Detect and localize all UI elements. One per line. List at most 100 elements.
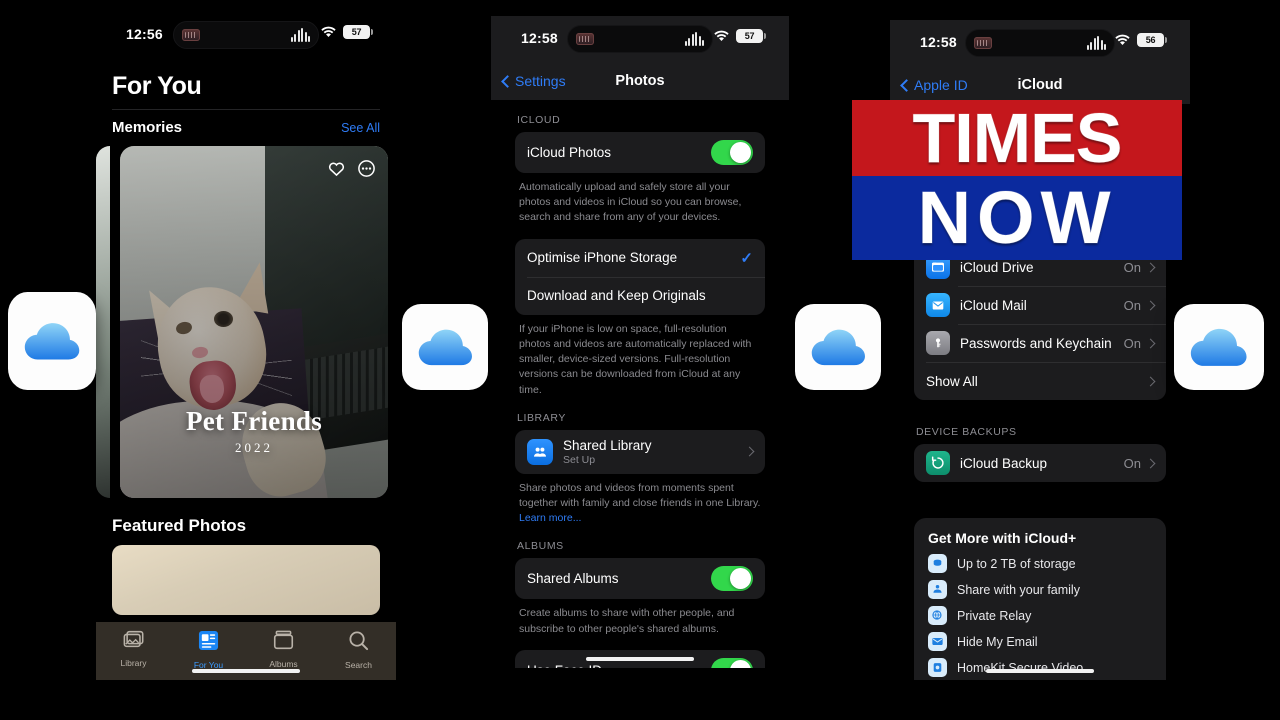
- row-label: Optimise iPhone Storage: [527, 250, 678, 266]
- chevron-right-icon: [1145, 338, 1156, 348]
- chevron-right-icon: [744, 446, 755, 457]
- row-shared-albums[interactable]: Shared Albums: [515, 558, 765, 599]
- audio-waveform-icon: [1086, 36, 1106, 50]
- section-header-albums: ALBUMS: [517, 540, 564, 553]
- back-button-label: Apple ID: [914, 77, 968, 93]
- memory-card[interactable]: Pet Friends 2022: [120, 146, 388, 498]
- dynamic-island[interactable]: [965, 29, 1115, 57]
- dynamic-island-activity-icon: [576, 33, 594, 45]
- promo-feature-label: Hide My Email: [957, 634, 1038, 649]
- icloud-app-icon-1[interactable]: [8, 292, 96, 390]
- wifi-icon: [320, 26, 337, 38]
- navigation-bar: Apple ID iCloud: [890, 66, 1190, 104]
- row-passwords-and-keychain[interactable]: Passwords and Keychain On: [914, 324, 1166, 362]
- row-icloud-mail[interactable]: iCloud Mail On: [914, 286, 1166, 324]
- row-label: Show All: [926, 373, 978, 389]
- row-icloud-backup[interactable]: iCloud Backup On: [914, 444, 1166, 482]
- homekit-video-icon: [928, 658, 947, 677]
- home-indicator[interactable]: [586, 656, 694, 661]
- learn-more-link[interactable]: Learn more...: [519, 512, 581, 524]
- chevron-right-icon: [1145, 262, 1156, 272]
- family-icon: [928, 580, 947, 599]
- mail-icon: [926, 293, 950, 317]
- search-icon: [348, 630, 369, 656]
- phone-panel-photos-settings: 12:58 57 Settings Photos ICLOUD iCloud P…: [491, 16, 789, 668]
- device-backups-card: iCloud Backup On: [914, 444, 1166, 482]
- watermark-text-times: TIMES: [912, 100, 1123, 176]
- row-label: Download and Keep Originals: [527, 288, 706, 304]
- icloud-app-icon-3[interactable]: [795, 304, 881, 390]
- icloud-app-icon-2[interactable]: [402, 304, 488, 390]
- row-optimise-iphone-storage[interactable]: Optimise iPhone Storage ✓: [515, 239, 765, 277]
- promo-feature-homekit-secure-video: HomeKit Secure Video: [928, 658, 1152, 677]
- back-button-label: Settings: [515, 73, 566, 89]
- status-bar-indicators: 57: [320, 25, 373, 39]
- see-all-link[interactable]: See All: [341, 121, 380, 135]
- memories-heading: Memories: [112, 119, 183, 136]
- section-header-device-backups: DEVICE BACKUPS: [916, 426, 1017, 438]
- icloud-app-icon-4[interactable]: [1174, 304, 1264, 390]
- section-header-icloud: ICLOUD: [517, 114, 561, 126]
- tab-library[interactable]: Library: [96, 630, 171, 668]
- row-shared-library[interactable]: Shared Library Set Up: [515, 430, 765, 474]
- row-label: Passwords and Keychain: [960, 335, 1112, 351]
- back-button[interactable]: Apple ID: [900, 77, 968, 93]
- cloud-icon: [811, 329, 865, 365]
- dynamic-island[interactable]: [173, 21, 319, 49]
- status-bar-clock: 12:58: [521, 30, 558, 46]
- tab-label: Search: [345, 660, 372, 670]
- apps-using-icloud-card: iCloud Drive On iCloud Mail On Passwords…: [914, 248, 1166, 400]
- ellipsis-icon[interactable]: [356, 158, 376, 178]
- row-label: iCloud Photos: [527, 145, 612, 160]
- cloud-icon: [1191, 328, 1247, 366]
- featured-photos-strip[interactable]: [112, 545, 380, 615]
- shared-library-icon: [527, 438, 553, 465]
- status-bar-indicators: 57: [713, 29, 766, 43]
- row-value: On: [1123, 297, 1141, 313]
- key-icon: [926, 331, 950, 355]
- photo-stack-icon: [123, 630, 145, 654]
- home-indicator[interactable]: [192, 668, 300, 673]
- row-icloud-photos[interactable]: iCloud Photos: [515, 132, 765, 173]
- promo-title: Get More with iCloud+: [928, 530, 1077, 546]
- status-bar-indicators: 56: [1114, 33, 1167, 47]
- dynamic-island[interactable]: [567, 25, 713, 53]
- navigation-bar: Settings Photos: [491, 62, 789, 100]
- icloud-photos-footnote: Automatically upload and safely store al…: [519, 181, 742, 224]
- battery-indicator: 57: [736, 29, 766, 43]
- audio-waveform-icon: [684, 32, 704, 46]
- dynamic-island-activity-icon: [182, 29, 200, 41]
- status-bar-clock: 12:56: [126, 26, 163, 42]
- backup-icon: [926, 451, 950, 475]
- tab-albums[interactable]: Albums: [246, 630, 321, 669]
- tab-label: Library: [120, 658, 147, 668]
- tab-search[interactable]: Search: [321, 630, 396, 670]
- memory-card-previous[interactable]: [96, 146, 110, 498]
- tab-for-you[interactable]: For You: [171, 630, 246, 670]
- page-title: For You: [112, 72, 202, 100]
- chevron-right-icon: [1145, 300, 1156, 310]
- memories-carousel[interactable]: Pet Friends 2022: [96, 146, 388, 498]
- footnote-text: Share photos and videos from moments spe…: [519, 481, 761, 509]
- row-show-all[interactable]: Show All: [914, 362, 1166, 400]
- private-relay-icon: [928, 606, 947, 625]
- photos-app-content: For You Memories See All Pet Friends 202…: [96, 58, 396, 615]
- watermark-text-now: NOW: [917, 176, 1117, 259]
- home-indicator[interactable]: [986, 668, 1094, 673]
- battery-percent: 57: [351, 27, 362, 37]
- row-label-group: Shared Library Set Up: [563, 438, 746, 466]
- shared-albums-toggle[interactable]: [711, 566, 753, 592]
- row-label: iCloud Backup: [960, 455, 1048, 471]
- back-button[interactable]: Settings: [501, 73, 566, 89]
- row-value: On: [1123, 259, 1141, 275]
- chevron-left-icon: [501, 74, 514, 88]
- phone-panel-photos-app: 12:56 57 For You Memories See All Pet Fr…: [96, 12, 396, 680]
- heart-icon[interactable]: [326, 158, 346, 178]
- row-download-and-keep-originals[interactable]: Download and Keep Originals: [515, 276, 765, 315]
- icloud-plus-promo-card: Get More with iCloud+ Up to 2 TB of stor…: [914, 518, 1166, 680]
- face-id-toggle[interactable]: [711, 657, 753, 668]
- section-header-library: LIBRARY: [517, 411, 566, 424]
- photos-settings-header: 12:58 57 Settings Photos: [491, 16, 789, 100]
- checkmark-icon: ✓: [740, 249, 753, 267]
- icloud-photos-toggle[interactable]: [711, 140, 753, 165]
